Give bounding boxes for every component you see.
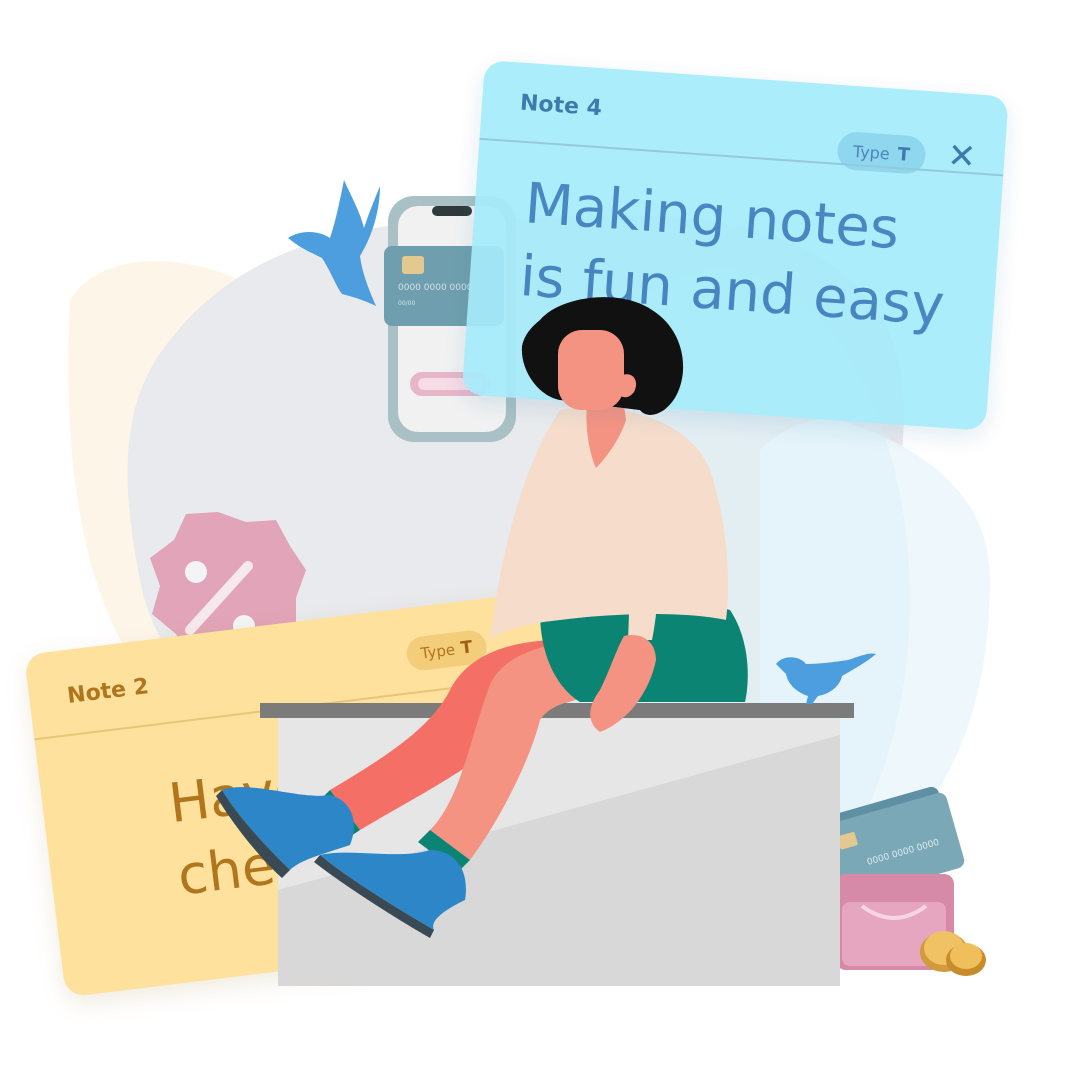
illustration-scene: 0000 0000 0000 00/00 Note 2 Type T Have … bbox=[0, 0, 1080, 1080]
face-overlay bbox=[558, 330, 624, 410]
person-head-overlay bbox=[521, 297, 684, 415]
